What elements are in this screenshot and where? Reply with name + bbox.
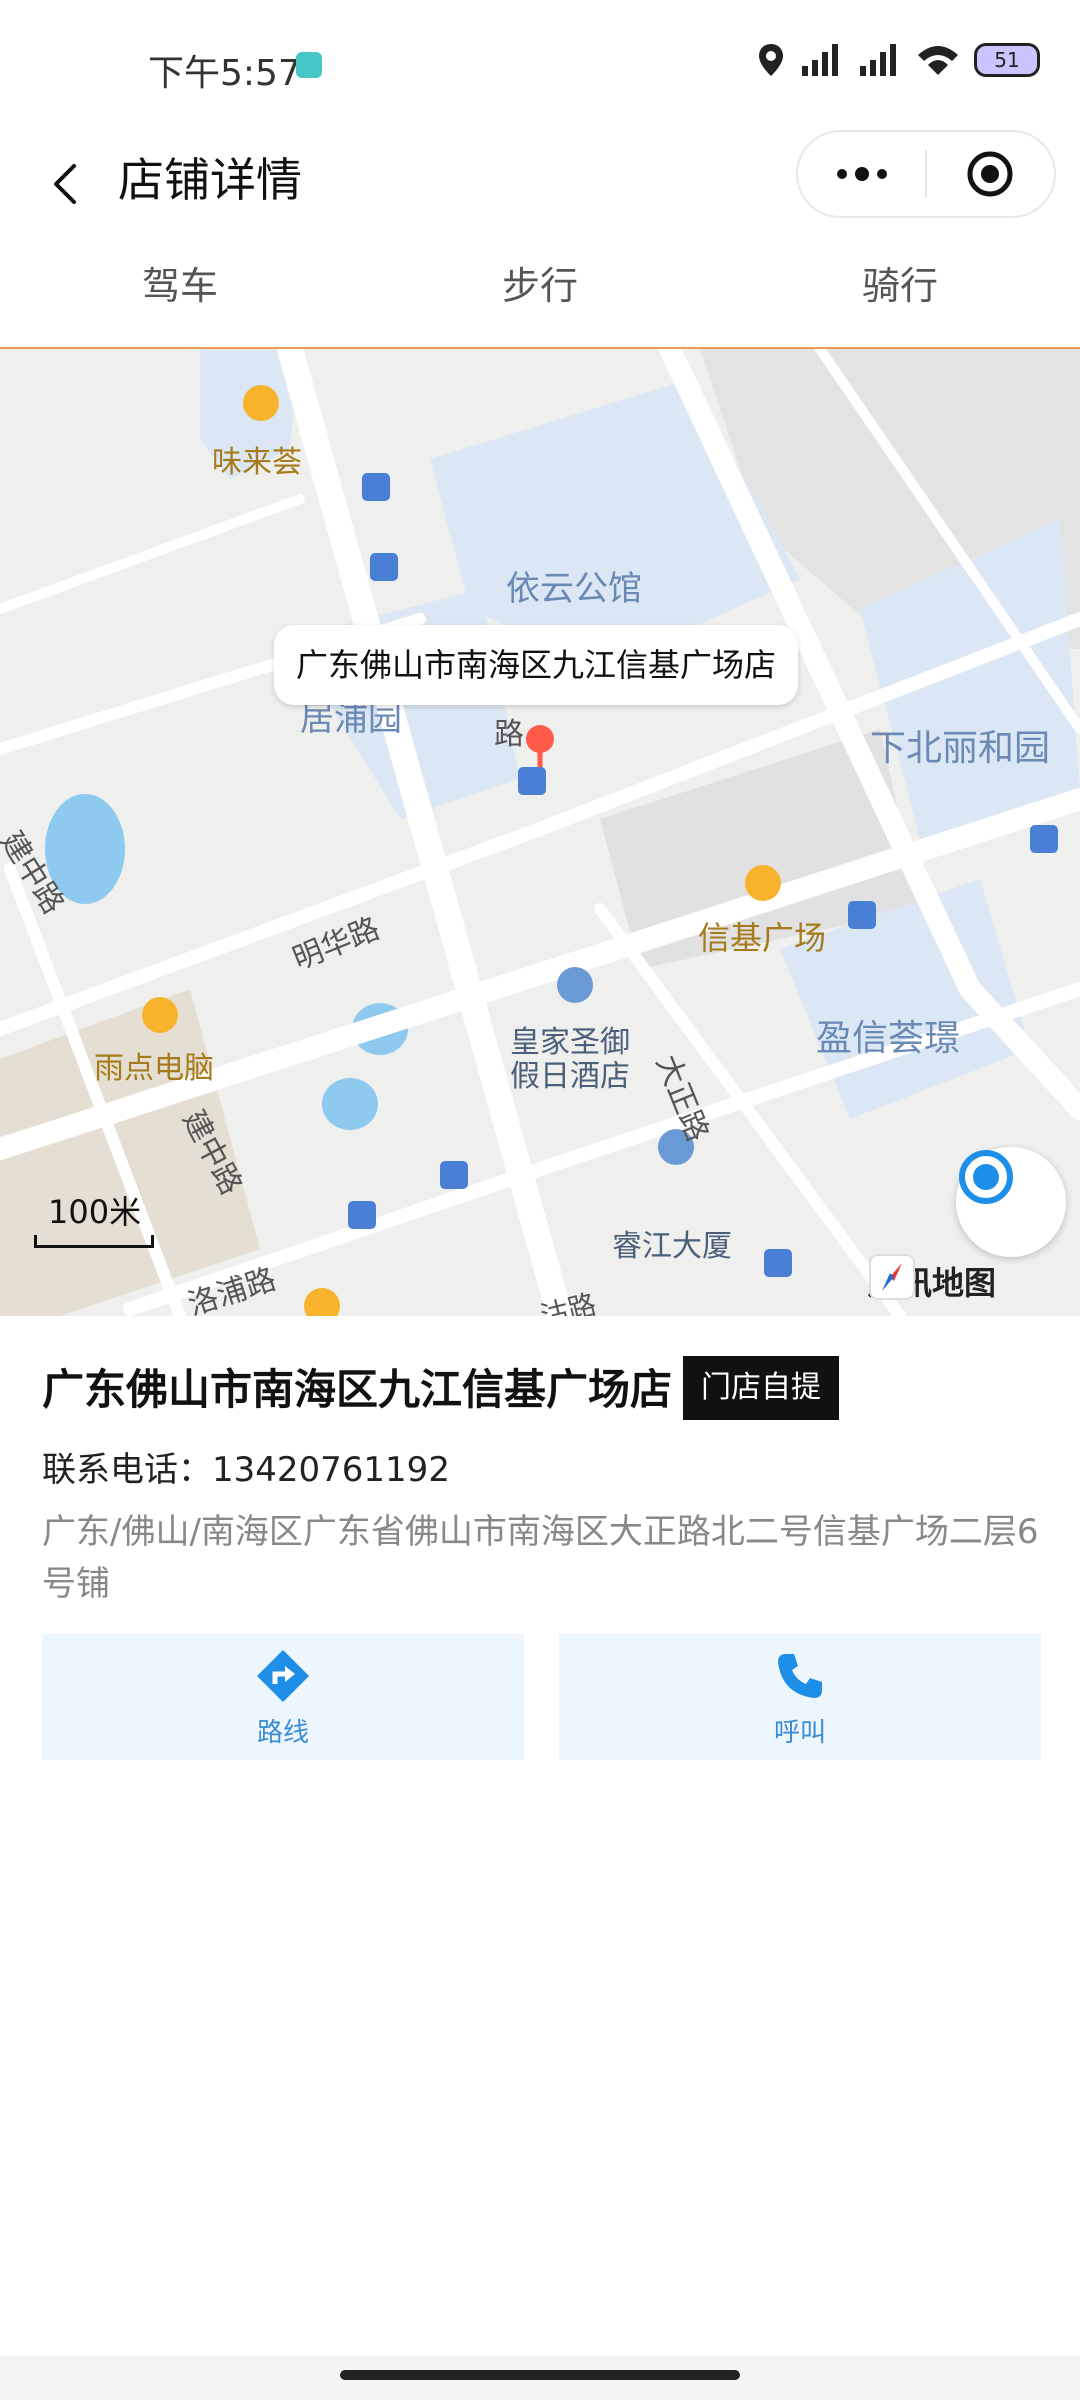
map-scale-bar xyxy=(34,1235,154,1248)
status-time: 下午5:57 xyxy=(148,53,301,94)
call-button[interactable]: 呼叫 xyxy=(559,1634,1041,1760)
battery-indicator: 51 xyxy=(974,43,1040,77)
pickup-badge: 门店自提 xyxy=(683,1356,839,1420)
home-indicator[interactable] xyxy=(340,2370,740,2380)
locate-button[interactable] xyxy=(956,1147,1066,1257)
back-arrow-icon xyxy=(54,164,76,204)
route-button[interactable]: 路线 xyxy=(42,1634,524,1760)
target-circle-icon xyxy=(967,151,1013,197)
call-label: 呼叫 xyxy=(773,1718,826,1748)
compass-icon xyxy=(869,1254,915,1300)
map-callout[interactable]: 广东佛山市南海区九江信基广场店 xyxy=(274,625,799,705)
map-label: 雨点电脑 xyxy=(94,1051,214,1086)
system-nav-bar xyxy=(0,2356,1080,2400)
store-address: 广东/佛山/南海区广东省佛山市南海区大正路北二号信基广场二层6号铺 xyxy=(42,1512,1039,1604)
map-label: 假日酒店 xyxy=(510,1059,630,1094)
map-canvas xyxy=(0,349,1080,1316)
phone-icon xyxy=(778,1654,822,1698)
map-view[interactable]: 味来荟 依云公馆 居浦园 下北丽和园 信基广场 明华路 雨点电脑 皇家圣御 假日… xyxy=(0,347,1080,1316)
travel-mode-tabs: 驾车 步行 骑行 xyxy=(0,240,1080,348)
page-title: 店铺详情 xyxy=(118,153,302,207)
signal-icon xyxy=(860,44,896,76)
map-label: 信基广场 xyxy=(698,919,827,957)
map-label: 路 xyxy=(494,717,524,752)
tab-driving[interactable]: 驾车 xyxy=(0,240,360,348)
store-phone[interactable]: 联系电话：13420761192 xyxy=(42,1442,450,1491)
location-icon xyxy=(759,44,783,76)
status-bar: 下午5:57 51 xyxy=(0,0,1080,130)
directions-icon xyxy=(257,1650,309,1702)
tab-walking[interactable]: 步行 xyxy=(360,240,720,348)
wifi-icon xyxy=(918,46,958,75)
back-button[interactable] xyxy=(40,154,100,214)
status-icons: 51 xyxy=(756,42,1040,78)
map-provider-logo: 腾讯地图 xyxy=(868,1253,996,1309)
tab-cycling[interactable]: 骑行 xyxy=(720,240,1080,348)
more-button[interactable] xyxy=(798,132,926,216)
map-label: 睿江大厦 xyxy=(612,1229,732,1264)
close-miniprogram-button[interactable] xyxy=(926,132,1054,216)
mini-program-capsule xyxy=(796,130,1056,218)
map-label: 下北丽和园 xyxy=(870,728,1051,769)
route-label: 路线 xyxy=(256,1718,309,1748)
more-dots-icon xyxy=(837,167,887,181)
app-notification-icon xyxy=(296,52,322,78)
store-name: 广东佛山市南海区九江信基广场店 xyxy=(42,1365,673,1414)
header: 店铺详情 xyxy=(0,130,1080,240)
map-label: 盈信荟璟 xyxy=(816,1018,961,1059)
signal-icon xyxy=(802,44,838,76)
map-scale-label: 100米 xyxy=(48,1193,142,1231)
map-label: 依云公馆 xyxy=(506,569,642,609)
locate-icon xyxy=(959,1150,1013,1204)
map-label: 味来荟 xyxy=(212,445,302,480)
